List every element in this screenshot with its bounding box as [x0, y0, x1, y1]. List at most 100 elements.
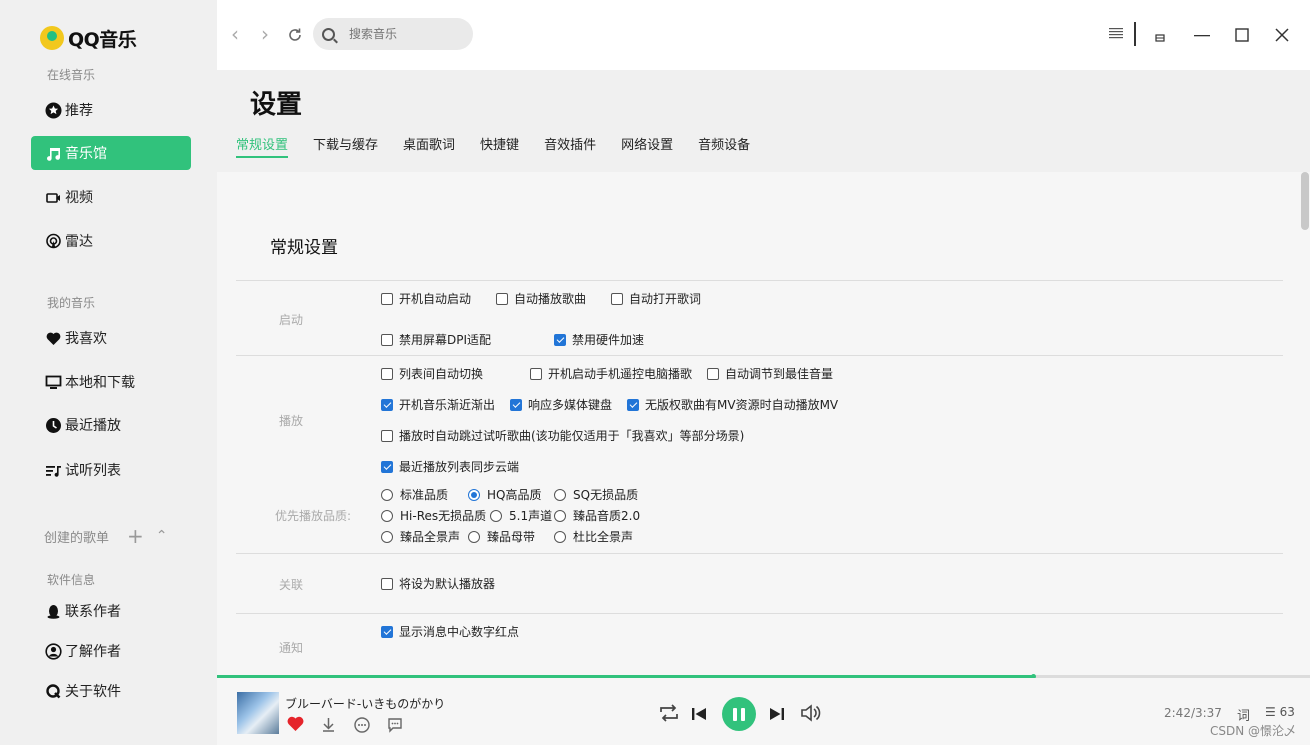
mini-mode-icon[interactable]	[1155, 28, 1165, 47]
checkbox-auto-play[interactable]: 自动播放歌曲	[496, 290, 586, 307]
checkbox-media-keys[interactable]: 响应多媒体键盘	[510, 396, 612, 413]
checkbox-disable-hw-accel[interactable]: 禁用硬件加速	[554, 331, 644, 348]
minimize-icon[interactable]	[1193, 26, 1211, 48]
checkbox[interactable]	[381, 460, 393, 473]
checkbox[interactable]	[381, 625, 393, 638]
album-cover[interactable]	[237, 692, 279, 734]
radio-quality-hires[interactable]: Hi-Res无损品质	[381, 507, 486, 524]
sidebar-item-music-hall[interactable]: 音乐馆	[31, 136, 191, 170]
sidebar-item-video[interactable]: 视频	[31, 180, 191, 214]
tab-shortcuts[interactable]: 快捷键	[480, 134, 519, 158]
radio[interactable]	[554, 509, 566, 522]
app-logo[interactable]: QQ音乐	[40, 25, 137, 51]
checkbox[interactable]	[381, 367, 393, 380]
sidebar-item-contact-author[interactable]: 联系作者	[31, 594, 191, 628]
checkbox-disable-dpi[interactable]: 禁用屏幕DPI适配	[381, 331, 491, 348]
checkbox-auto-open-lyrics[interactable]: 自动打开歌词	[611, 290, 701, 307]
back-chevron-icon[interactable]: ‹	[231, 22, 239, 46]
download-icon[interactable]	[321, 717, 336, 732]
playlist-button[interactable]: ☰ 63	[1265, 705, 1295, 719]
checkbox-fade-in-out[interactable]: 开机音乐渐近渐出	[381, 396, 495, 413]
tab-audio-device[interactable]: 音频设备	[698, 134, 750, 158]
chevron-up-icon[interactable]: ⌃	[156, 528, 168, 544]
sidebar-item-radar[interactable]: 雷达	[31, 224, 191, 258]
checkbox-sync-recent[interactable]: 最近播放列表同步云端	[381, 458, 519, 475]
sidebar-item-trial-list[interactable]: 试听列表	[31, 453, 191, 487]
checkbox[interactable]	[381, 429, 393, 442]
sidebar-item-recommend[interactable]: 推荐	[31, 93, 191, 127]
forward-chevron-icon[interactable]: ›	[261, 22, 269, 46]
more-icon[interactable]	[354, 717, 370, 733]
search-input[interactable]	[349, 27, 459, 41]
repeat-icon[interactable]	[658, 703, 680, 723]
play-pause-button[interactable]	[722, 697, 756, 731]
sidebar-item-recent[interactable]: 最近播放	[31, 408, 191, 442]
checkbox[interactable]	[381, 333, 393, 346]
checkbox[interactable]	[627, 398, 639, 411]
checkbox[interactable]	[381, 577, 393, 590]
heart-like-icon[interactable]	[286, 715, 305, 732]
song-title[interactable]: ブルーバード-いきものがかり	[285, 695, 445, 712]
add-playlist-icon[interactable]: +	[127, 524, 144, 548]
checkbox-skip-trial[interactable]: 播放时自动跳过试听歌曲(该功能仅适用于「我喜欢」等部分场景)	[381, 427, 744, 444]
checkbox-phone-remote[interactable]: 开机启动手机遥控电脑播歌	[530, 365, 692, 382]
startup-label: 启动	[279, 313, 304, 327]
checkbox[interactable]	[611, 292, 623, 305]
radio-quality-51[interactable]: 5.1声道	[490, 507, 552, 524]
radio-quality-hq[interactable]: HQ高品质	[468, 486, 541, 503]
checkbox-auto-play-mv[interactable]: 无版权歌曲有MV资源时自动播放MV	[627, 396, 838, 413]
sidebar-item-favorites[interactable]: 我喜欢	[31, 321, 191, 355]
radio[interactable]	[554, 488, 566, 501]
checkbox-auto-volume[interactable]: 自动调节到最佳音量	[707, 365, 833, 382]
search-box[interactable]	[313, 18, 473, 50]
scrollbar-thumb[interactable]	[1301, 172, 1309, 230]
radio[interactable]	[468, 488, 480, 501]
checkbox[interactable]	[510, 398, 522, 411]
checkbox[interactable]	[554, 333, 566, 346]
radio-quality-atmos[interactable]: 臻品全景声	[381, 528, 460, 545]
refresh-icon[interactable]	[287, 24, 303, 48]
tab-network[interactable]: 网络设置	[621, 134, 673, 158]
tab-download-cache[interactable]: 下载与缓存	[313, 134, 378, 158]
radio-quality-master-2[interactable]: 臻品音质2.0	[554, 507, 640, 524]
titlebar-divider	[1134, 22, 1136, 46]
menu-icon[interactable]	[1109, 25, 1123, 44]
sidebar-item-about-author[interactable]: 了解作者	[31, 634, 191, 668]
checkbox-list-auto-switch[interactable]: 列表间自动切换	[381, 365, 483, 382]
checkbox[interactable]	[381, 398, 393, 411]
checkbox-auto-start[interactable]: 开机自动启动	[381, 290, 471, 307]
radio[interactable]	[468, 530, 480, 543]
maximize-icon[interactable]	[1235, 27, 1249, 46]
checkbox[interactable]	[530, 367, 542, 380]
radio[interactable]	[381, 509, 393, 522]
option-label: 自动播放歌曲	[514, 292, 587, 306]
sidebar-item-about-software[interactable]: 关于软件	[31, 674, 191, 708]
radio[interactable]	[381, 488, 393, 501]
next-icon[interactable]	[769, 706, 785, 722]
close-icon[interactable]	[1275, 27, 1289, 46]
radio[interactable]	[554, 530, 566, 543]
tab-audio-plugins[interactable]: 音效插件	[544, 134, 596, 158]
radio[interactable]	[490, 509, 502, 522]
comment-icon[interactable]	[387, 717, 403, 733]
radio-quality-sq[interactable]: SQ无损品质	[554, 486, 638, 503]
checkbox[interactable]	[496, 292, 508, 305]
scrollbar[interactable]	[1300, 172, 1310, 675]
settings-header: 设置 常规设置 下载与缓存 桌面歌词 快捷键 音效插件 网络设置 音频设备	[217, 70, 1310, 172]
radio-quality-standard[interactable]: 标准品质	[381, 486, 448, 503]
tab-general[interactable]: 常规设置	[236, 134, 289, 158]
radio-quality-dolby[interactable]: 杜比全景声	[554, 528, 633, 545]
previous-icon[interactable]	[691, 706, 707, 722]
sidebar-group-online: 在线音乐	[47, 68, 96, 82]
sidebar-item-local-download[interactable]: 本地和下载	[31, 365, 191, 399]
checkbox[interactable]	[707, 367, 719, 380]
section-title: 常规设置	[270, 238, 338, 258]
checkbox-default-player[interactable]: 将设为默认播放器	[381, 575, 495, 592]
radio-quality-master-tape[interactable]: 臻品母带	[468, 528, 535, 545]
checkbox[interactable]	[381, 292, 393, 305]
radio[interactable]	[381, 530, 393, 543]
checkbox-red-dot[interactable]: 显示消息中心数字红点	[381, 623, 519, 640]
tab-desktop-lyrics[interactable]: 桌面歌词	[403, 134, 455, 158]
option-label: 将设为默认播放器	[399, 577, 496, 591]
volume-icon[interactable]	[800, 703, 822, 723]
